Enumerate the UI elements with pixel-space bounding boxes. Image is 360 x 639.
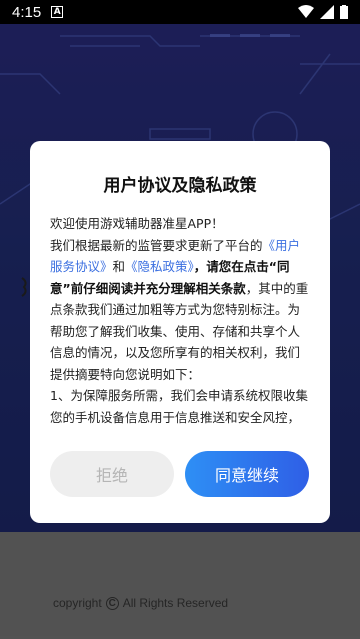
side-glyph-icon: [21, 277, 27, 297]
reject-button[interactable]: 拒绝: [50, 451, 174, 497]
dialog-buttons: 拒绝 同意继续: [50, 451, 310, 497]
dialog-line-welcome: 欢迎使用游戏辅助器准星APP！: [50, 216, 224, 231]
privacy-dialog: 用户协议及隐私政策 欢迎使用游戏辅助器准星APP！ 我们根据最新的监管要求更新了…: [30, 141, 330, 523]
status-time: 4:15: [12, 3, 42, 21]
notification-icon: A: [51, 6, 64, 18]
dialog-title: 用户协议及隐私政策: [103, 176, 257, 196]
agree-button[interactable]: 同意继续: [185, 451, 309, 497]
battery-icon: [340, 5, 348, 19]
privacy-policy-link[interactable]: 《隐私政策》: [125, 259, 194, 274]
dialog-text-and: 和: [112, 259, 126, 274]
dialog-text: 我们根据最新的监管要求更新了平台的: [50, 237, 263, 253]
dialog-paragraph: 我们根据最新的监管要求更新了平台的《用户服务协议》和《隐私政策》，请您在点击“同…: [50, 235, 312, 386]
status-bar: 4:15 A: [0, 0, 360, 24]
dialog-body: 欢迎使用游戏辅助器准星APP！ 我们根据最新的监管要求更新了平台的《用户服务协议…: [50, 213, 312, 431]
wifi-icon: [298, 5, 314, 18]
dialog-line-item1: 1、为保障服务所需，我们会申请系统权限收集您的手机设备信息用于信息推送和安全风控…: [50, 388, 308, 425]
signal-icon: [320, 5, 334, 19]
status-icons: [298, 5, 348, 19]
